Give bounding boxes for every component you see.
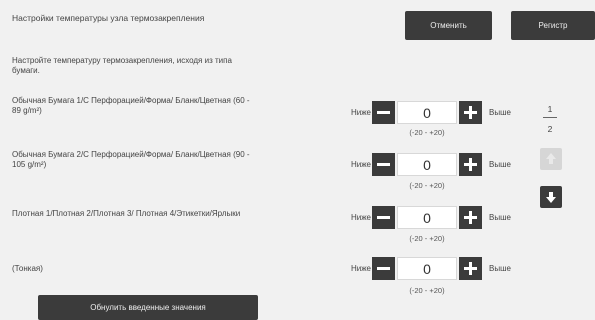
page-description: Настройте температуру термозакрепления, … xyxy=(12,56,232,75)
value-field[interactable]: 0 xyxy=(397,206,457,229)
increase-button[interactable] xyxy=(459,153,482,176)
scroll-up-button[interactable] xyxy=(540,148,562,170)
minus-icon xyxy=(377,163,390,166)
page-current: 1 xyxy=(547,104,553,114)
lower-label: Ниже xyxy=(350,264,371,273)
increase-button[interactable] xyxy=(459,206,482,229)
minus-icon xyxy=(377,216,390,219)
page-total: 2 xyxy=(547,124,553,134)
row-label: Обычная Бумага 2/С Перфорацией/Форма/ Бл… xyxy=(12,150,250,169)
decrease-button[interactable] xyxy=(372,206,395,229)
higher-label: Выше xyxy=(489,108,511,117)
higher-label: Выше xyxy=(489,264,511,273)
range-hint: (-20 - +20) xyxy=(409,181,445,190)
cancel-button[interactable]: Отменить xyxy=(405,11,492,40)
arrow-up-icon xyxy=(546,153,556,164)
row-label: Обычная Бумага 1/С Перфорацией/Форма/ Бл… xyxy=(12,96,250,115)
value-field[interactable]: 0 xyxy=(397,101,457,124)
register-button[interactable]: Регистр xyxy=(511,11,595,40)
decrease-button[interactable] xyxy=(372,257,395,280)
value-field[interactable]: 0 xyxy=(397,257,457,280)
range-hint: (-20 - +20) xyxy=(409,286,445,295)
minus-icon xyxy=(377,267,390,270)
page-title: Настройки температуры узла термозакрепле… xyxy=(12,13,205,23)
row-label: Плотная 1/Плотная 2/Плотная 3/ Плотная 4… xyxy=(12,209,241,218)
range-hint: (-20 - +20) xyxy=(409,128,445,137)
higher-label: Выше xyxy=(489,213,511,222)
decrease-button[interactable] xyxy=(372,153,395,176)
page-divider xyxy=(543,117,557,118)
lower-label: Ниже xyxy=(350,160,371,169)
higher-label: Выше xyxy=(489,160,511,169)
value-field[interactable]: 0 xyxy=(397,153,457,176)
row-label: (Тонкая) xyxy=(12,264,43,273)
arrow-down-icon xyxy=(546,192,556,203)
reset-values-button[interactable]: Обнулить введенные значения xyxy=(38,295,258,320)
decrease-button[interactable] xyxy=(372,101,395,124)
lower-label: Ниже xyxy=(350,213,371,222)
minus-icon xyxy=(377,111,390,114)
lower-label: Ниже xyxy=(350,108,371,117)
scroll-down-button[interactable] xyxy=(540,186,562,208)
range-hint: (-20 - +20) xyxy=(409,234,445,243)
increase-button[interactable] xyxy=(459,257,482,280)
increase-button[interactable] xyxy=(459,101,482,124)
